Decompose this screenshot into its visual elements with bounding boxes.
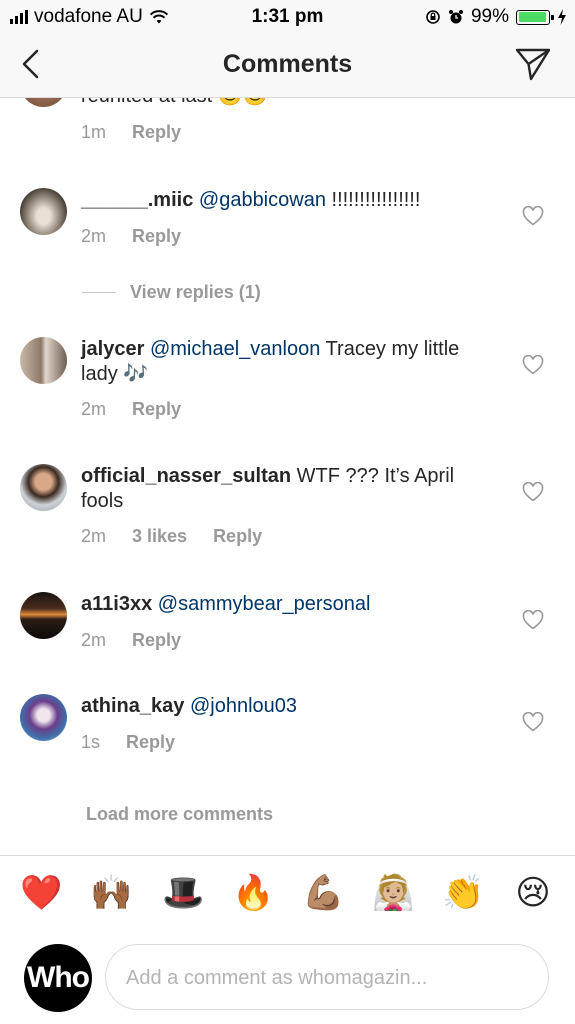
comment-body: !!!!!!!!!!!!!!!! <box>325 189 421 211</box>
emoji-bride[interactable]: 👰🏼 <box>372 872 414 914</box>
comment-meta: 2m Reply <box>81 630 181 651</box>
comment-mention[interactable]: @michael_vanloon <box>150 338 320 360</box>
paper-plane-icon[interactable] <box>515 46 551 82</box>
view-replies-label: View replies (1) <box>130 282 261 302</box>
comment-username[interactable]: a11i3xx <box>81 593 152 615</box>
comment-time: 2m <box>81 399 107 419</box>
rotation-lock-icon <box>426 10 440 24</box>
comment-username[interactable]: ______.miic <box>81 189 193 211</box>
view-replies-button[interactable]: View replies (1) <box>82 282 261 303</box>
comment-time: 2m <box>81 526 107 546</box>
load-more-comments-button[interactable]: Load more comments <box>86 804 273 825</box>
comment-time: 2m <box>81 630 107 650</box>
comment-meta: 1m Reply <box>81 122 181 143</box>
comment-meta: 2m Reply <box>81 399 181 420</box>
comment-input-wrapper[interactable] <box>105 944 549 1010</box>
comment-text: jalycer @michael_vanloon Tracey my littl… <box>81 337 491 387</box>
comment-meta: 2m Reply <box>81 226 181 247</box>
battery-percent: 99% <box>470 6 509 27</box>
comment-composer: ❤️ 🙌🏾 🎩 🔥 💪🏽 👰🏼 👏 😢 Who <box>0 855 575 1024</box>
reply-button[interactable]: Reply <box>132 399 181 420</box>
comment-mention[interactable]: @johnlou03 <box>190 695 297 717</box>
reply-button[interactable]: Reply <box>132 630 181 651</box>
avatar[interactable] <box>20 592 67 639</box>
emoji-raised-hands[interactable]: 🙌🏾 <box>90 872 132 914</box>
reply-button[interactable]: Reply <box>132 122 181 143</box>
likes-count[interactable]: 3 likes <box>132 526 187 547</box>
comment-meta: 1s Reply <box>81 732 175 753</box>
emoji-crying-face[interactable]: 😢 <box>512 872 554 914</box>
charging-bolt-icon <box>558 9 566 25</box>
battery-icon <box>516 9 554 25</box>
reply-button[interactable]: Reply <box>126 732 175 753</box>
comment-time: 2m <box>81 226 107 246</box>
avatar[interactable] <box>20 464 67 511</box>
avatar[interactable] <box>20 188 67 235</box>
avatar[interactable] <box>20 337 67 384</box>
heart-outline-icon[interactable] <box>522 712 544 732</box>
status-right: 99% <box>425 6 567 28</box>
comment-meta: 2m 3 likes Reply <box>81 526 262 547</box>
comment-list[interactable]: reunited at last 😊😊 1m Reply ______.miic… <box>0 98 575 855</box>
user-avatar: Who <box>24 944 92 1012</box>
emoji-fire[interactable]: 🔥 <box>232 872 274 914</box>
emoji-flexed-biceps[interactable]: 💪🏽 <box>302 872 344 914</box>
heart-outline-icon[interactable] <box>522 610 544 630</box>
heart-outline-icon[interactable] <box>522 482 544 502</box>
emoji-top-hat[interactable]: 🎩 <box>162 872 204 914</box>
alarm-icon <box>448 10 463 24</box>
status-bar: vodafone AU 1:31 pm 99% <box>0 0 575 34</box>
comment-time: 1m <box>81 122 107 142</box>
page-title: Comments <box>222 50 353 78</box>
nav-bar: Comments <box>0 34 575 98</box>
avatar[interactable] <box>20 98 67 107</box>
emoji-heart[interactable]: ❤️ <box>20 872 62 914</box>
comment-username[interactable]: official_nasser_sultan <box>81 465 291 487</box>
comment-mention[interactable]: @gabbicowan <box>199 189 326 211</box>
comment-username[interactable]: jalycer <box>81 338 144 360</box>
comment-text: a11i3xx @sammybear_personal <box>81 592 491 617</box>
comment-mention[interactable]: @sammybear_personal <box>158 593 371 615</box>
comment-username[interactable]: athina_kay <box>81 695 184 717</box>
divider-line <box>82 292 116 293</box>
heart-outline-icon[interactable] <box>522 206 544 226</box>
avatar[interactable] <box>20 694 67 741</box>
reply-button[interactable]: Reply <box>213 526 262 547</box>
comment-input[interactable] <box>124 961 528 995</box>
comment-text: ______.miic @gabbicowan !!!!!!!!!!!!!!!! <box>81 188 491 213</box>
comment-text: official_nasser_sultan WTF ??? It’s Apri… <box>81 464 491 514</box>
reply-button[interactable]: Reply <box>132 226 181 247</box>
emoji-clapping-hands[interactable]: 👏 <box>442 872 484 914</box>
comment-text: reunited at last 😊😊 <box>81 98 491 109</box>
quick-emoji-bar: ❤️ 🙌🏾 🎩 🔥 💪🏽 👰🏼 👏 😢 <box>0 872 575 922</box>
comment-text: athina_kay @johnlou03 <box>81 694 491 719</box>
heart-outline-icon[interactable] <box>522 355 544 375</box>
comment-time: 1s <box>81 732 101 752</box>
